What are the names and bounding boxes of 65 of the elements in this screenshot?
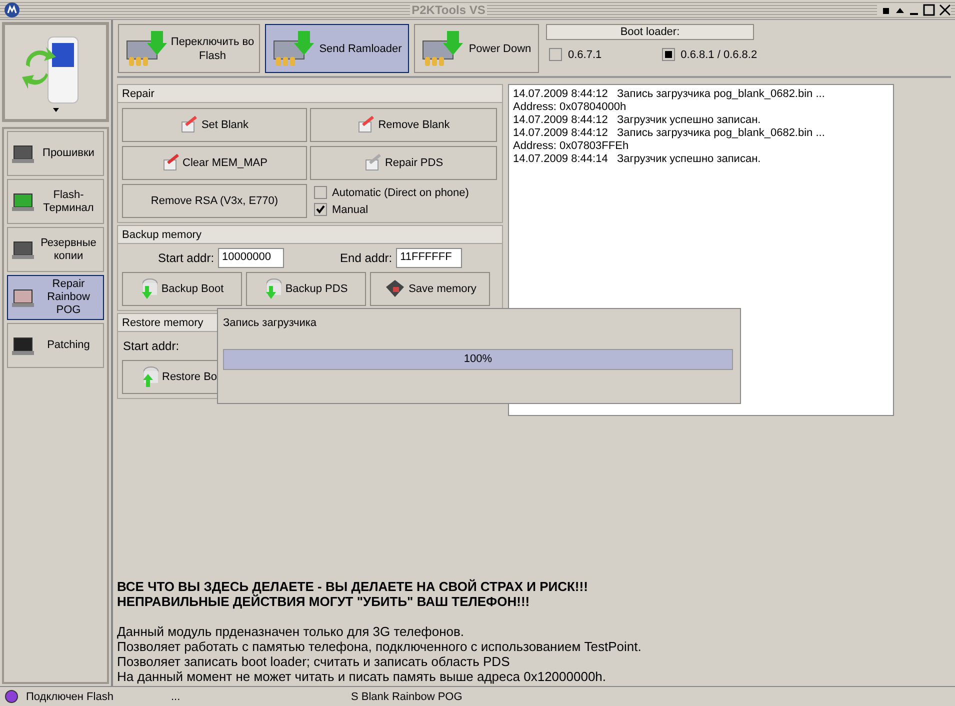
floppy-icon [384, 279, 406, 299]
toolbar-button[interactable]: Send Ramloader [265, 24, 409, 73]
sidebar-item[interactable]: Прошивки [7, 131, 104, 176]
checkbox[interactable] [314, 203, 327, 216]
log-line: Address: 0x07804000h [513, 101, 628, 114]
status-text: S Blank Rainbow POG [351, 690, 462, 702]
info-text: Позволяет записать boot loader; считать и записать область PDS [117, 654, 511, 669]
sidebar-item[interactable]: Flash-Терминал [7, 179, 104, 224]
field-label: End addr: [340, 251, 392, 265]
logo-panel[interactable] [2, 22, 109, 122]
maximize-icon[interactable] [922, 4, 935, 16]
laptop-icon [11, 190, 35, 212]
checkbox[interactable] [549, 48, 562, 61]
info-text: Данный модуль прденазначен только для 3G телефонов. [117, 624, 466, 639]
sidebar-item[interactable]: Repair Rainbow POG [7, 275, 104, 320]
action-button[interactable]: Remove RSA (V3x, E770) [122, 184, 307, 218]
log-line: 14.07.2009 8:44:12 Запись загрузчика pog_blank_0682.bin ... [513, 127, 826, 140]
field-label: Start addr: [123, 339, 180, 353]
log-line: Address: 0x07803FFEh [513, 140, 630, 153]
sidebar-item[interactable]: Patching [7, 323, 104, 368]
laptop-icon [11, 142, 35, 164]
log-line: 14.07.2009 8:44:14 Загрузчик успешно записан. [513, 153, 762, 166]
window-title: P2KTools VS [410, 2, 488, 16]
warning-text: НЕПРАВИЛЬНЫЕ ДЕЙСТВИЯ МОГУТ "УБИТЬ" ВАШ ТЕЛЕФОН!!! [117, 594, 531, 609]
warning-text: ВСЕ ЧТО ВЫ ЗДЕСЬ ДЕЛАЕТЕ - ВЫ ДЕЛАЕТЕ НА СВОЙ СТРАХ И РИСК!!! [117, 579, 589, 594]
download-disk-icon [140, 278, 158, 300]
option-label: Automatic (Direct on phone) [332, 186, 469, 198]
boot-loader-label: Boot loader: [546, 24, 754, 40]
upload-disk-icon [141, 366, 159, 388]
progress-reading: 100% [462, 353, 494, 365]
action-button[interactable]: Backup PDS [246, 272, 366, 306]
action-button[interactable]: Remove Blank [310, 108, 497, 142]
log-line: 14.07.2009 8:44:12 Загрузчик успешно записан. [513, 114, 762, 127]
checkbox[interactable] [314, 186, 327, 199]
field-label: Start addr: [158, 251, 214, 265]
dialog-title: Запись загрузчика [223, 317, 318, 329]
action-button[interactable]: Backup Boot [122, 272, 242, 306]
toolbar-button[interactable]: Переключить во Flash [118, 24, 260, 73]
download-disk-icon [264, 278, 282, 300]
square-mark-icon [664, 51, 672, 58]
log-line: 14.07.2009 8:44:12 Запись загрузчика pog_blank_0682.bin ... [513, 88, 826, 101]
close-icon[interactable] [938, 4, 951, 16]
status-text: ... [171, 690, 182, 702]
checkmark-icon [316, 205, 325, 214]
input-field[interactable]: 10000000 [218, 248, 284, 268]
option-label: 0.6.7.1 [568, 48, 602, 60]
app-logo-icon [4, 2, 20, 18]
dropdown-arrow-icon[interactable] [52, 107, 60, 113]
input-field[interactable]: 11FFFFFF [396, 248, 462, 268]
status-text: Подключен Flash [26, 690, 114, 702]
action-button[interactable]: Clear MEM_MAP [122, 146, 307, 180]
monitor-icon [11, 334, 35, 356]
info-text: Позволяет работать с памятью телефона, подключенного с использованием TestPoint. [117, 639, 642, 654]
sidebar-item[interactable]: Резервные копии [7, 227, 104, 272]
option-label: 0.6.8.1 / 0.6.8.2 [680, 48, 758, 60]
laptop-icon [11, 238, 35, 260]
group-title: Backup memory [118, 226, 502, 244]
group-title: Repair [118, 85, 502, 103]
action-button[interactable]: Set Blank [122, 108, 307, 142]
action-button[interactable]: Save memory [370, 272, 490, 306]
action-button[interactable]: Repair PDS [310, 146, 497, 180]
option-label: Manual [332, 204, 368, 216]
checkbox[interactable] [662, 48, 675, 61]
info-text: На данный момент не может читать и писать память выше адреса 0x12000000h. [117, 669, 608, 684]
toolbar-button[interactable]: Power Down [414, 24, 539, 73]
